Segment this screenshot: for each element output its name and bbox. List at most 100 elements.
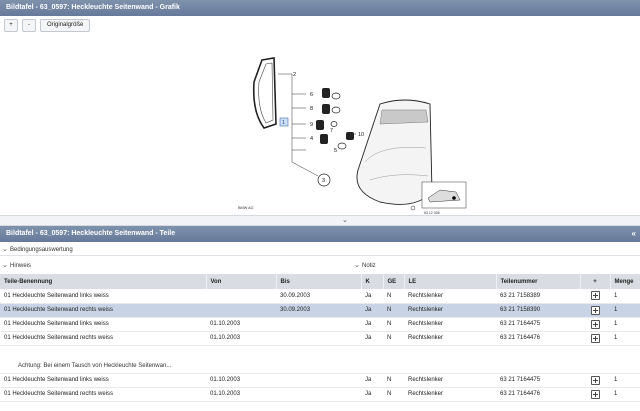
cell-ge: N [383,303,404,318]
note-row[interactable]: Achtung: Bei einem Tausch von Heckleucht… [0,359,640,374]
table-row[interactable]: 01 Heckleuchte Seitenwand links weiss 01… [0,317,640,332]
cell-k: Ja [361,303,383,318]
col-header-von[interactable]: Von [206,274,277,289]
chevron-down-icon: ⌄ [2,246,8,253]
chevron-down-icon: ⌄ [2,262,8,269]
add-to-cart-icon[interactable] [590,291,600,301]
cell-k: Ja [361,289,383,304]
cell-k: Ja [361,331,383,346]
cell-teilenummer: 63 21 7158389 [496,289,580,304]
callout-7: 7 [330,128,333,134]
col-header-ge[interactable]: GE [383,274,405,289]
cell-bis [276,373,361,388]
chevron-down-icon[interactable]: ⌄ [342,216,348,226]
hinweis-notiz-row: ⌄ Hinweis ⌄ Notiz [0,259,640,272]
cell-add [580,303,610,318]
callout-4: 4 [310,136,313,142]
cell-k: Ja [361,387,383,402]
cell-add [580,289,610,304]
parts-table: Teile-Benennung Von Bis K GE LE Teilenum… [0,274,640,402]
cell-add [580,373,610,388]
callout-9: 9 [310,122,313,128]
callout-6: 6 [310,92,313,98]
col-header-add[interactable]: + [580,274,611,289]
zoom-in-button[interactable]: + [4,19,18,32]
table-row[interactable]: 01 Heckleuchte Seitenwand links weiss 01… [0,373,640,388]
parts-panel-header: Bildtafel - 63_0597: Heckleuchte Seitenw… [0,226,640,242]
cell-benennung: 01 Heckleuchte Seitenwand links weiss [0,373,206,388]
cell-bis: 30.09.2003 [276,303,361,318]
table-row[interactable]: 01 Heckleuchte Seitenwand rechts weiss 0… [0,331,640,346]
cell-benennung: 01 Heckleuchte Seitenwand rechts weiss [0,387,206,402]
cell-le: Rechtslenker [404,289,496,304]
cell-benennung: 01 Heckleuchte Seitenwand rechts weiss [0,303,206,318]
cell-add [580,317,610,332]
col-header-k[interactable]: K [361,274,384,289]
col-header-menge[interactable]: Menge [610,274,640,289]
panel-splitter[interactable]: ⌄ [0,215,640,226]
cell-teilenummer: 63 21 7164475 [496,317,580,332]
cell-benennung: 01 Heckleuchte Seitenwand links weiss [0,317,206,332]
callout-5: 5 [334,148,337,154]
collapse-panel-icon[interactable]: « [632,226,636,242]
cell-le: Rechtslenker [404,317,496,332]
bedingung-label: Bedingungsauswertung [10,247,73,253]
callout-3: 3 [322,178,325,184]
cell-menge: 1 [610,317,640,332]
add-to-cart-icon[interactable] [590,375,600,385]
cell-von: 01.10.2003 [206,387,276,402]
table-header-row: Teile-Benennung Von Bis K GE LE Teilenum… [0,274,640,289]
cell-bis [276,387,361,402]
table-row[interactable]: 01 Heckleuchte Seitenwand rechts weiss 3… [0,303,640,318]
chevron-down-icon: ⌄ [354,262,360,269]
cell-k: Ja [361,317,383,332]
cell-von: 01.10.2003 [206,331,276,346]
cell-ge: N [383,317,404,332]
cell-add [580,331,610,346]
cell-teilenummer: 63 21 7158390 [496,303,580,318]
callout-8: 8 [310,106,313,112]
add-to-cart-icon[interactable] [590,319,600,329]
add-to-cart-icon[interactable] [590,333,600,343]
add-to-cart-icon[interactable] [590,389,600,399]
graphic-panel-title: Bildtafel - 63_0597: Heckleuchte Seitenw… [6,4,180,11]
cell-teilenummer: 63 21 7164476 [496,387,580,402]
graphic-panel-header: Bildtafel - 63_0597: Heckleuchte Seitenw… [0,0,640,16]
zoom-out-button[interactable]: - [22,19,36,32]
col-header-benennung[interactable]: Teile-Benennung [0,274,207,289]
cell-k: Ja [361,373,383,388]
table-row[interactable]: 01 Heckleuchte Seitenwand rechts weiss 0… [0,387,640,402]
add-to-cart-icon[interactable] [590,305,600,315]
parts-panel-title: Bildtafel - 63_0597: Heckleuchte Seitenw… [6,230,176,237]
cell-bis: 30.09.2003 [276,289,361,304]
bedingung-section[interactable]: ⌄ Bedingungsauswertung [0,243,640,256]
note-text: Achtung: Bei einem Tausch von Heckleucht… [0,359,640,374]
parts-diagram[interactable]: 2 6 8 9 4 7 10 5 3 1 63 12 038 BMW AG [230,52,470,215]
cell-le: Rechtslenker [404,373,496,388]
cell-von: 01.10.2003 [206,373,276,388]
original-size-button[interactable]: Originalgröße [40,19,91,32]
table-row[interactable]: 01 Heckleuchte Seitenwand links weiss 30… [0,289,640,304]
callout-2: 2 [293,72,296,78]
cell-menge: 1 [610,387,640,402]
hinweis-label: Hinweis [10,263,32,269]
cell-menge: 1 [610,373,640,388]
cell-von [206,303,276,318]
cell-menge: 1 [610,289,640,304]
cell-le: Rechtslenker [404,303,496,318]
notiz-label: Notiz [362,263,376,269]
cell-benennung: 01 Heckleuchte Seitenwand links weiss [0,289,206,304]
col-header-le[interactable]: LE [404,274,497,289]
notiz-section[interactable]: ⌄ Notiz [352,259,376,273]
cell-teilenummer: 63 21 7164475 [496,373,580,388]
graphic-area: 2 6 8 9 4 7 10 5 3 1 63 12 038 BMW AG [0,36,640,215]
cell-benennung: 01 Heckleuchte Seitenwand rechts weiss [0,331,206,346]
cell-menge: 1 [610,331,640,346]
col-header-teilenummer[interactable]: Teilenummer [496,274,581,289]
hinweis-section[interactable]: ⌄ Hinweis [0,259,31,273]
callout-1: 1 [282,120,285,126]
col-header-bis[interactable]: Bis [276,274,362,289]
cell-ge: N [383,387,404,402]
cell-le: Rechtslenker [404,331,496,346]
cell-von: 01.10.2003 [206,317,276,332]
